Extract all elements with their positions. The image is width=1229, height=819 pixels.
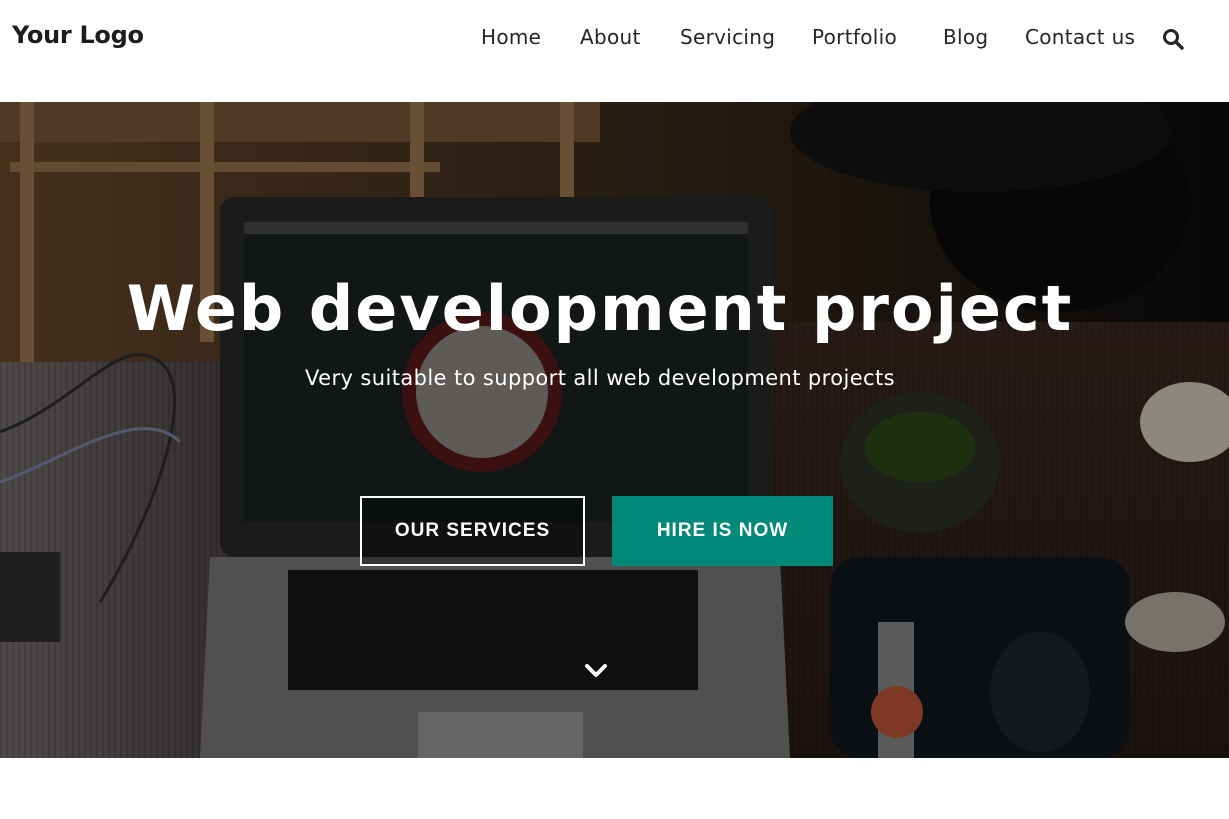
our-services-button[interactable]: OUR SERVICES (360, 496, 585, 566)
hero-title: Web development project (126, 272, 1074, 345)
search-icon[interactable] (1162, 28, 1184, 50)
nav-blog[interactable]: Blog (943, 25, 988, 49)
main-nav: Home About Servicing Portfolio Blog Cont… (0, 25, 1229, 53)
nav-home[interactable]: Home (481, 25, 541, 49)
hero-subtitle: Very suitable to support all web develop… (305, 366, 895, 390)
nav-about[interactable]: About (580, 25, 641, 49)
page-below-hero (0, 758, 1229, 819)
chevron-down-icon[interactable] (584, 662, 608, 680)
site-header: Your Logo Home About Servicing Portfolio… (0, 0, 1229, 102)
hero-section: Web development project Very suitable to… (0, 102, 1229, 758)
hire-now-button[interactable]: HIRE IS NOW (612, 496, 833, 566)
nav-portfolio[interactable]: Portfolio (812, 25, 897, 49)
hero-dark-overlay (0, 102, 1229, 758)
nav-servicing[interactable]: Servicing (680, 25, 775, 49)
nav-contact-us[interactable]: Contact us (1025, 25, 1135, 49)
